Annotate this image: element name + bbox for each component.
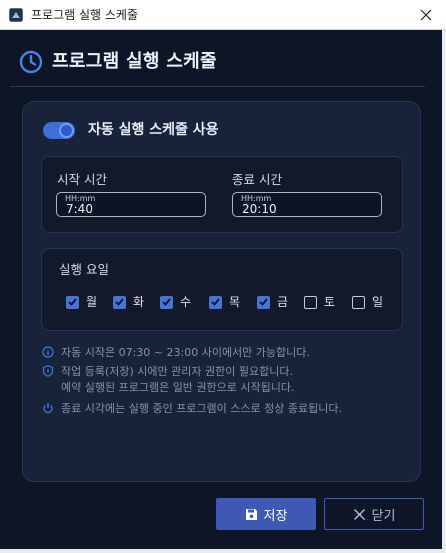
info-circle-icon [42, 346, 54, 358]
day-checkbox-mon[interactable]: 월 [66, 294, 97, 310]
day-checkbox-sat[interactable]: 토 [304, 294, 335, 310]
page-title: 프로그램 실행 스케줄 [52, 51, 217, 72]
floppy-disk-icon [245, 508, 257, 520]
window-frame-bottom [0, 549, 446, 553]
header-divider [10, 86, 425, 87]
auto-schedule-toggle[interactable] [43, 122, 75, 139]
auto-schedule-label: 자동 실행 스케줄 사용 [88, 122, 219, 138]
info-text: 종료 시각에는 실행 중인 프로그램이 스스로 정상 종료됩니다. [61, 402, 342, 415]
toggle-knob [59, 123, 74, 138]
end-time-value: 20:10 [242, 202, 277, 216]
days-section [41, 248, 403, 331]
day-checkbox-wed[interactable]: 수 [160, 294, 191, 310]
checkbox-checked[interactable] [257, 295, 270, 309]
window-close-button[interactable] [414, 4, 438, 26]
days-title: 실행 요일 [59, 262, 109, 277]
power-icon [43, 403, 53, 414]
day-label: 수 [180, 295, 192, 309]
info-line-admin: 작업 등록(저장) 시에만 관리자 권한이 필요합니다. [42, 364, 293, 380]
info-text-continued: 예약 실행된 프로그램은 일반 권한으로 시작됩니다. [61, 381, 295, 394]
shield-icon [42, 365, 54, 377]
start-time-input[interactable]: HH:mm 7:40 [56, 192, 206, 217]
app-icon [9, 8, 23, 22]
window-titlebar: 프로그램 실행 스케줄 [0, 0, 446, 30]
day-label: 금 [277, 295, 289, 309]
day-checkbox-tue[interactable]: 화 [113, 294, 144, 310]
start-time-value: 7:40 [66, 202, 93, 216]
close-icon [420, 9, 432, 21]
clock-icon [19, 50, 43, 74]
end-time-label: 종료 시간 [232, 172, 282, 187]
close-button[interactable]: 닫기 [324, 498, 424, 530]
info-text: 자동 시작은 07:30 ~ 23:00 사이에서만 가능합니다. [61, 346, 310, 359]
day-checkbox-fri[interactable]: 금 [257, 294, 288, 310]
save-button-label: 저장 [263, 508, 288, 524]
window-title: 프로그램 실행 스케줄 [31, 8, 138, 22]
checkbox-checked[interactable] [66, 295, 79, 309]
start-time-label: 시작 시간 [57, 172, 107, 187]
day-label: 토 [324, 295, 336, 309]
info-text: 작업 등록(저장) 시에만 관리자 권한이 필요합니다. [61, 365, 293, 378]
window-frame-right [442, 30, 446, 553]
checkbox-checked[interactable] [113, 295, 126, 309]
end-time-input[interactable]: HH:mm 20:10 [232, 192, 382, 217]
x-icon [353, 508, 365, 520]
day-label: 화 [133, 295, 145, 309]
day-checkbox-sun[interactable]: 일 [352, 294, 383, 310]
day-label: 일 [372, 295, 384, 309]
checkbox-checked[interactable] [209, 295, 222, 309]
save-button[interactable]: 저장 [216, 498, 316, 530]
info-line-shutdown: 종료 시각에는 실행 중인 프로그램이 스스로 정상 종료됩니다. [42, 401, 342, 417]
info-line-time-range: 자동 시작은 07:30 ~ 23:00 사이에서만 가능합니다. [42, 345, 310, 361]
close-button-label: 닫기 [371, 508, 396, 524]
checkbox-unchecked[interactable] [352, 295, 365, 309]
day-checkbox-thu[interactable]: 목 [209, 294, 240, 310]
checkbox-checked[interactable] [160, 295, 173, 309]
day-label: 월 [86, 295, 98, 309]
day-label: 목 [229, 295, 241, 309]
checkbox-unchecked[interactable] [304, 295, 317, 309]
